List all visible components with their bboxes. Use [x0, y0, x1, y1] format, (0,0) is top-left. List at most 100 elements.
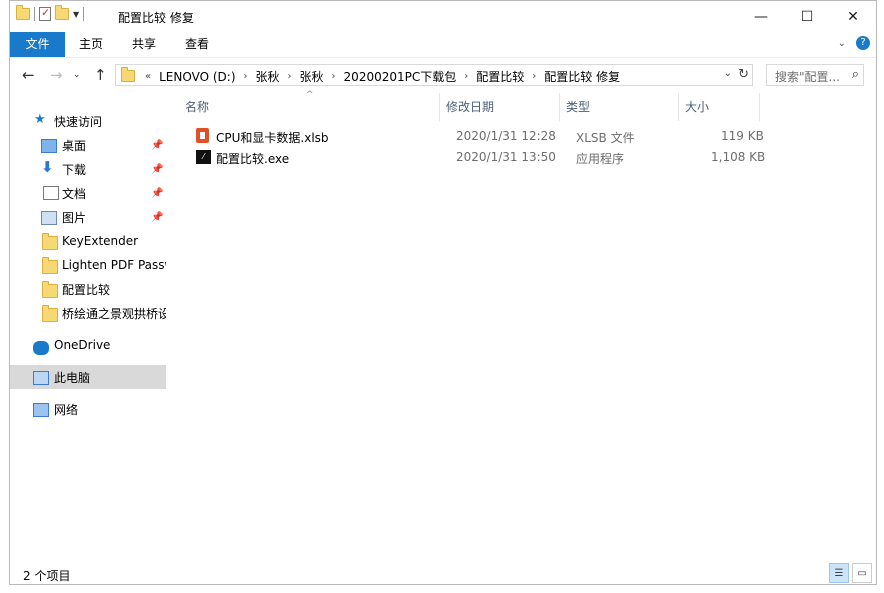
window-controls: — ☐ ✕ [738, 1, 876, 32]
address-bar[interactable]: « LENOVO (D:) › 张秋 › 张秋 › 20200201PC下载包 … [115, 64, 753, 86]
chevron-right-icon[interactable]: › [462, 71, 470, 82]
table-row[interactable]: ⁄ 配置比较.exe 2020/1/31 13:50 应用程序 1,108 KB [166, 147, 766, 168]
window-title: 配置比较 修复 [118, 11, 194, 25]
ribbon-tabs: 文件 主页 共享 查看 ⌄ ? [10, 32, 876, 58]
nav-item-folder[interactable]: 配置比较 [10, 277, 166, 301]
crumb-folder[interactable]: 张秋 [250, 68, 286, 85]
crumb-current[interactable]: 配置比较 修复 [538, 68, 626, 85]
folder-icon [42, 257, 58, 274]
nav-label: 桥绘通之景观拱桥设 [62, 306, 166, 321]
nav-onedrive[interactable]: OneDrive [10, 333, 166, 357]
expand-ribbon-icon[interactable]: ⌄ [838, 38, 846, 49]
excel-file-icon [196, 128, 209, 143]
document-icon [43, 186, 59, 200]
nav-label: 文档 [62, 186, 87, 201]
item-count: 2 个项目 [23, 569, 71, 583]
close-button[interactable]: ✕ [830, 1, 876, 32]
new-folder-icon[interactable] [55, 5, 69, 20]
recent-locations-icon[interactable]: ⌄ [73, 70, 81, 80]
star-icon: ★ [34, 112, 46, 127]
explorer-window: ▼ 配置比较 修复 — ☐ ✕ 文件 主页 共享 查看 ⌄ ? ← → ⌄ ↑ … [9, 0, 877, 585]
chevron-right-icon[interactable]: › [242, 71, 250, 82]
column-header-name[interactable]: 名称 [185, 93, 435, 121]
search-icon: ⌕ [851, 67, 859, 82]
breadcrumb: « LENOVO (D:) › 张秋 › 张秋 › 20200201PC下载包 … [143, 68, 626, 85]
file-name[interactable]: 配置比较.exe [216, 150, 289, 167]
column-divider[interactable] [759, 93, 760, 121]
nav-label: Lighten PDF Passw [62, 258, 166, 272]
overflow-crumb[interactable]: « [143, 71, 153, 82]
pin-icon[interactable]: 📌 [151, 140, 163, 151]
nav-label: 图片 [62, 210, 87, 225]
chevron-right-icon[interactable]: › [530, 71, 538, 82]
nav-this-pc[interactable]: 此电脑 [10, 365, 166, 389]
pin-icon[interactable]: 📌 [151, 212, 163, 223]
maximize-button[interactable]: ☐ [784, 1, 830, 32]
divider [34, 7, 35, 21]
tab-file[interactable]: 文件 [10, 32, 65, 57]
exe-file-icon: ⁄ [196, 150, 211, 164]
up-icon[interactable]: ↑ [94, 66, 107, 84]
customize-toolbar-icon[interactable]: ▼ [73, 10, 79, 19]
forward-icon[interactable]: → [50, 66, 63, 84]
nav-label: KeyExtender [62, 234, 139, 248]
file-type: XLSB 文件 [576, 131, 635, 145]
properties-icon[interactable] [39, 6, 51, 21]
nav-item-downloads[interactable]: ⬇ 下载 📌 [10, 157, 166, 181]
tab-share[interactable]: 共享 [125, 32, 163, 57]
crumb-folder[interactable]: 张秋 [294, 68, 330, 85]
details-view-icon[interactable]: ☰ [829, 563, 849, 583]
nav-item-folder[interactable]: Lighten PDF Passw [10, 253, 166, 277]
search-box[interactable]: 搜索"配置... ⌕ [766, 64, 864, 86]
search-input[interactable]: 搜索"配置... [775, 68, 840, 85]
chevron-right-icon[interactable]: › [330, 71, 338, 82]
nav-label: 配置比较 [62, 282, 111, 297]
nav-item-desktop[interactable]: 桌面 📌 [10, 133, 166, 157]
file-name[interactable]: CPU和显卡数据.xlsb [216, 129, 329, 146]
column-divider[interactable] [678, 93, 679, 121]
nav-item-folder[interactable]: 桥绘通之景观拱桥设 [10, 301, 166, 325]
status-bar: 2 个项目 ☰ ▭ [10, 563, 876, 585]
chevron-down-icon[interactable]: ⌄ [724, 68, 732, 79]
crumb-drive[interactable]: LENOVO (D:) [153, 70, 241, 84]
back-icon[interactable]: ← [22, 66, 35, 84]
column-header-type[interactable]: 类型 [566, 93, 676, 121]
help-icon[interactable]: ? [856, 36, 870, 50]
file-size: 119 KB [721, 129, 764, 143]
folder-icon [121, 67, 135, 82]
nav-item-folder[interactable]: KeyExtender [10, 229, 166, 253]
tab-home[interactable]: 主页 [72, 32, 110, 57]
file-list: ^ 名称 修改日期 类型 大小 CPU和显卡数据.xlsb 2020/1/31 … [166, 90, 866, 555]
column-divider[interactable] [439, 93, 440, 121]
nav-label: OneDrive [54, 338, 111, 352]
table-row[interactable]: CPU和显卡数据.xlsb 2020/1/31 12:28 XLSB 文件 11… [166, 126, 766, 147]
nav-item-pictures[interactable]: 图片 📌 [10, 205, 166, 229]
navigation-pane: ★ 快速访问 桌面 📌 ⬇ 下载 📌 文档 📌 图片 📌 KeyExtender [10, 93, 166, 555]
large-icons-view-icon[interactable]: ▭ [852, 563, 872, 583]
refresh-icon[interactable]: ↻ [738, 67, 749, 82]
ribbon-controls: ⌄ ? [838, 36, 870, 50]
nav-label: 桌面 [62, 138, 87, 153]
nav-label: 快速访问 [54, 114, 103, 129]
nav-label: 网络 [54, 402, 79, 417]
nav-network[interactable]: 网络 [10, 397, 166, 421]
file-date: 2020/1/31 12:28 [456, 129, 556, 143]
column-divider[interactable] [559, 93, 560, 121]
folder-icon [42, 281, 58, 298]
tab-view[interactable]: 查看 [178, 32, 216, 57]
title-bar: ▼ 配置比较 修复 — ☐ ✕ [10, 1, 876, 32]
background-left [0, 0, 9, 593]
pin-icon[interactable]: 📌 [151, 188, 163, 199]
column-header-date[interactable]: 修改日期 [446, 93, 556, 121]
chevron-right-icon[interactable]: › [286, 71, 294, 82]
crumb-folder[interactable]: 配置比较 [470, 68, 530, 85]
nav-label: 下载 [62, 162, 87, 177]
column-header-size[interactable]: 大小 [685, 93, 755, 121]
nav-quick-access[interactable]: ★ 快速访问 [10, 109, 166, 133]
file-type: 应用程序 [576, 152, 625, 166]
nav-item-documents[interactable]: 文档 📌 [10, 181, 166, 205]
minimize-button[interactable]: — [738, 1, 784, 32]
crumb-folder[interactable]: 20200201PC下载包 [338, 68, 463, 85]
pin-icon[interactable]: 📌 [151, 164, 163, 175]
folder-icon [42, 233, 58, 250]
